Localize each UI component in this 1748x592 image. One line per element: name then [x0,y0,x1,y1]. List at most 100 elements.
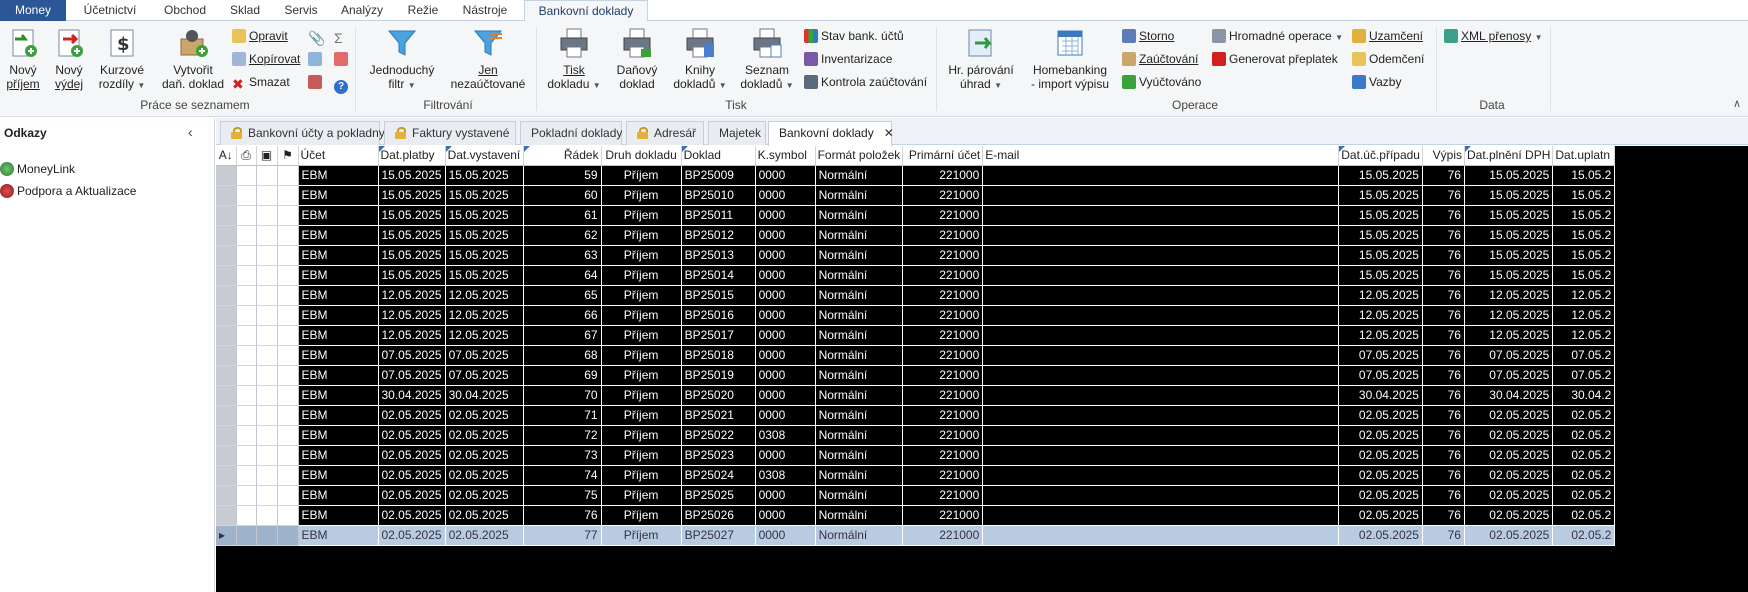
money-app-button[interactable]: Money [0,0,66,21]
row-indicator[interactable] [216,485,237,506]
xml-prenosy-button[interactable]: XML přenosy ▼ [1444,26,1543,46]
col-header-druh-dokladu[interactable]: Druh dokladu [601,146,682,166]
col-header-dat-plneni-dph[interactable]: Dat.plnění DPH [1464,146,1554,166]
table-row[interactable]: EBM 12.05.2025 12.05.2025 65 Příjem BP25015 00… [216,285,1616,306]
table-row[interactable]: EBM 02.05.2025 02.05.2025 76 Příjem BP25026 00… [216,505,1616,526]
sum-button[interactable]: Σ [334,26,351,46]
table-row[interactable]: EBM 15.05.2025 15.05.2025 63 Příjem BP25013 00… [216,245,1616,266]
tab-analyzy[interactable]: Analýzy [330,0,394,21]
export-button[interactable] [308,49,325,69]
stav-bank-uctu-button[interactable]: Stav bank. účtů [804,26,904,46]
tab-faktury-vystavene[interactable]: Faktury vystavené [384,121,516,145]
vyuctovano-button[interactable]: Vyúčtováno [1122,72,1201,92]
tab-bankovni-ucty[interactable]: Bankovní účty a pokladny [220,121,385,145]
tab-servis[interactable]: Servis [274,0,328,21]
jednoduchy-filtr-button[interactable]: Jednoduchý filtr ▼ [365,27,439,93]
row-indicator[interactable] [216,245,237,266]
row-indicator[interactable] [216,265,237,286]
row-indicator[interactable] [216,465,237,486]
zauctovani-button[interactable]: Zaúčtování [1122,49,1198,69]
vazby-button[interactable]: Vazby [1352,72,1401,92]
chevron-left-icon[interactable]: ‹ [188,124,193,140]
print-status-icon[interactable]: ⎙ [236,146,257,166]
opravit-button[interactable]: Opravit [232,26,288,46]
table-row[interactable]: EBM 15.05.2025 15.05.2025 64 Příjem BP25014 00… [216,265,1616,286]
col-header-dat-uplatneni[interactable]: Dat.uplatn [1552,146,1616,166]
help-button[interactable]: ? [334,72,351,94]
table-row[interactable]: EBM 30.04.2025 30.04.2025 70 Příjem BP25020 00… [216,385,1616,406]
report-button[interactable] [308,72,325,92]
tab-obchod[interactable]: Obchod [152,0,218,21]
table-row[interactable]: EBM 02.05.2025 02.05.2025 71 Příjem BP25021 00… [216,405,1616,426]
collapse-ribbon-icon[interactable]: ∧ [1730,97,1744,111]
row-indicator[interactable] [216,205,237,226]
row-indicator[interactable] [216,445,237,466]
kontrola-zauctovani-button[interactable]: Kontrola zaúčtování [804,72,927,92]
row-indicator[interactable] [216,505,237,526]
knihy-dokladu-button[interactable]: Knihy dokladů ▼ [670,27,730,93]
table-row[interactable]: EBM 07.05.2025 07.05.2025 69 Příjem BP25019 00… [216,365,1616,386]
generovat-preplatek-button[interactable]: Generovat přeplatek [1212,49,1338,69]
col-header-vypis[interactable]: Výpis [1422,146,1465,166]
row-indicator[interactable] [216,225,237,246]
kurzove-rozdily-button[interactable]: $ Kurzové rozdíly ▼ [94,27,150,93]
table-row[interactable]: EBM 15.05.2025 15.05.2025 60 Příjem BP25010 00… [216,185,1616,206]
table-row[interactable]: EBM 12.05.2025 12.05.2025 67 Příjem BP25017 00… [216,325,1616,346]
danovy-doklad-button[interactable]: Daňový doklad [610,27,664,91]
tab-nastroje[interactable]: Nástroje [452,0,518,21]
hromadne-operace-button[interactable]: Hromadné operace ▼ [1212,26,1343,46]
row-indicator[interactable] [216,305,237,326]
flag-icon[interactable]: ⚑ [277,146,299,166]
table-row[interactable]: EBM 15.05.2025 15.05.2025 61 Příjem BP25011 00… [216,205,1616,226]
tab-rezie[interactable]: Režie [398,0,448,21]
tab-ucetnictvi[interactable]: Účetnictví [70,0,150,21]
inventarizace-button[interactable]: Inventarizace [804,49,892,69]
col-header-ucet[interactable]: Účet [298,146,379,166]
col-header-dat-platby[interactable]: Dat.platby [378,146,446,166]
table-row[interactable]: EBM 15.05.2025 15.05.2025 62 Příjem BP25012 00… [216,225,1616,246]
table-row[interactable]: EBM 15.05.2025 15.05.2025 59 Příjem BP25009 00… [216,165,1616,186]
kopirovat-button[interactable]: Kopírovat [232,49,300,69]
table-row[interactable]: EBM 02.05.2025 02.05.2025 74 Příjem BP25024 03… [216,465,1616,486]
tab-pokladni-doklady[interactable]: Pokladní doklady [520,121,622,145]
seznam-dokladu-button[interactable]: Seznam dokladů ▼ [738,27,796,93]
tisk-dokladu-button[interactable]: Tisk dokladu ▼ [546,27,602,93]
table-row[interactable]: EBM 02.05.2025 02.05.2025 72 Příjem BP25022 03… [216,425,1616,446]
hr-parovani-uhrad-button[interactable]: Hr. párování úhrad ▼ [944,27,1018,93]
tab-bankovni-doklady-doc[interactable]: Bankovní doklady ✕ [768,121,894,146]
table-row[interactable]: EBM 12.05.2025 12.05.2025 66 Příjem BP25016 00… [216,305,1616,326]
vytvorit-dan-doklad-button[interactable]: Vytvořit daň. doklad [160,27,226,91]
table-row[interactable]: EBM 02.05.2025 02.05.2025 75 Příjem BP25025 00… [216,485,1616,506]
sidebar-item-podpora[interactable]: Podpora a Aktualizace [0,182,136,200]
col-header-doklad[interactable]: Doklad [681,146,756,166]
col-header-radek[interactable]: Řádek [523,146,602,166]
tab-adresar[interactable]: Adresář [626,121,704,145]
col-header-primarni-ucet[interactable]: Primární účet [902,146,984,166]
homebanking-import-button[interactable]: Homebanking - import výpisu [1026,27,1114,91]
col-header-dat-uc-pripadu[interactable]: Dat.úč.případu [1338,146,1423,166]
account-status-icon[interactable]: ▣ [256,146,278,166]
table-row[interactable]: ▸ EBM 02.05.2025 02.05.2025 77 Příjem BP25027 0… [216,525,1616,546]
tab-sklad[interactable]: Sklad [220,0,270,21]
row-indicator[interactable] [216,345,237,366]
tab-bankovni-doklady[interactable]: Bankovní doklady [524,0,648,22]
row-indicator[interactable] [216,425,237,446]
odemceni-button[interactable]: Odemčení [1352,49,1424,69]
row-indicator[interactable] [216,405,237,426]
smazat-button[interactable]: ✖ Smazat [232,72,290,92]
col-header-ksymbol[interactable]: K.symbol [755,146,816,166]
novy-prijem-button[interactable]: Nový příjem [2,27,44,91]
row-indicator[interactable] [216,365,237,386]
uzamceni-button[interactable]: Uzamčení [1352,26,1423,46]
jen-nezauctovane-button[interactable]: Jen nezaúčtované [448,27,528,91]
col-header-email[interactable]: E-mail [982,146,1340,166]
row-indicator[interactable] [216,285,237,306]
pdf-button[interactable] [334,49,351,69]
col-header-dat-vystaveni[interactable]: Dat.vystavení [445,146,524,166]
sort-az-icon[interactable]: A↓ [216,146,237,166]
row-indicator[interactable]: ▸ [216,525,237,546]
row-indicator[interactable] [216,385,237,406]
table-row[interactable]: EBM 07.05.2025 07.05.2025 68 Příjem BP25018 00… [216,345,1616,366]
row-indicator[interactable] [216,325,237,346]
attach-button[interactable]: 📎 [308,26,325,46]
